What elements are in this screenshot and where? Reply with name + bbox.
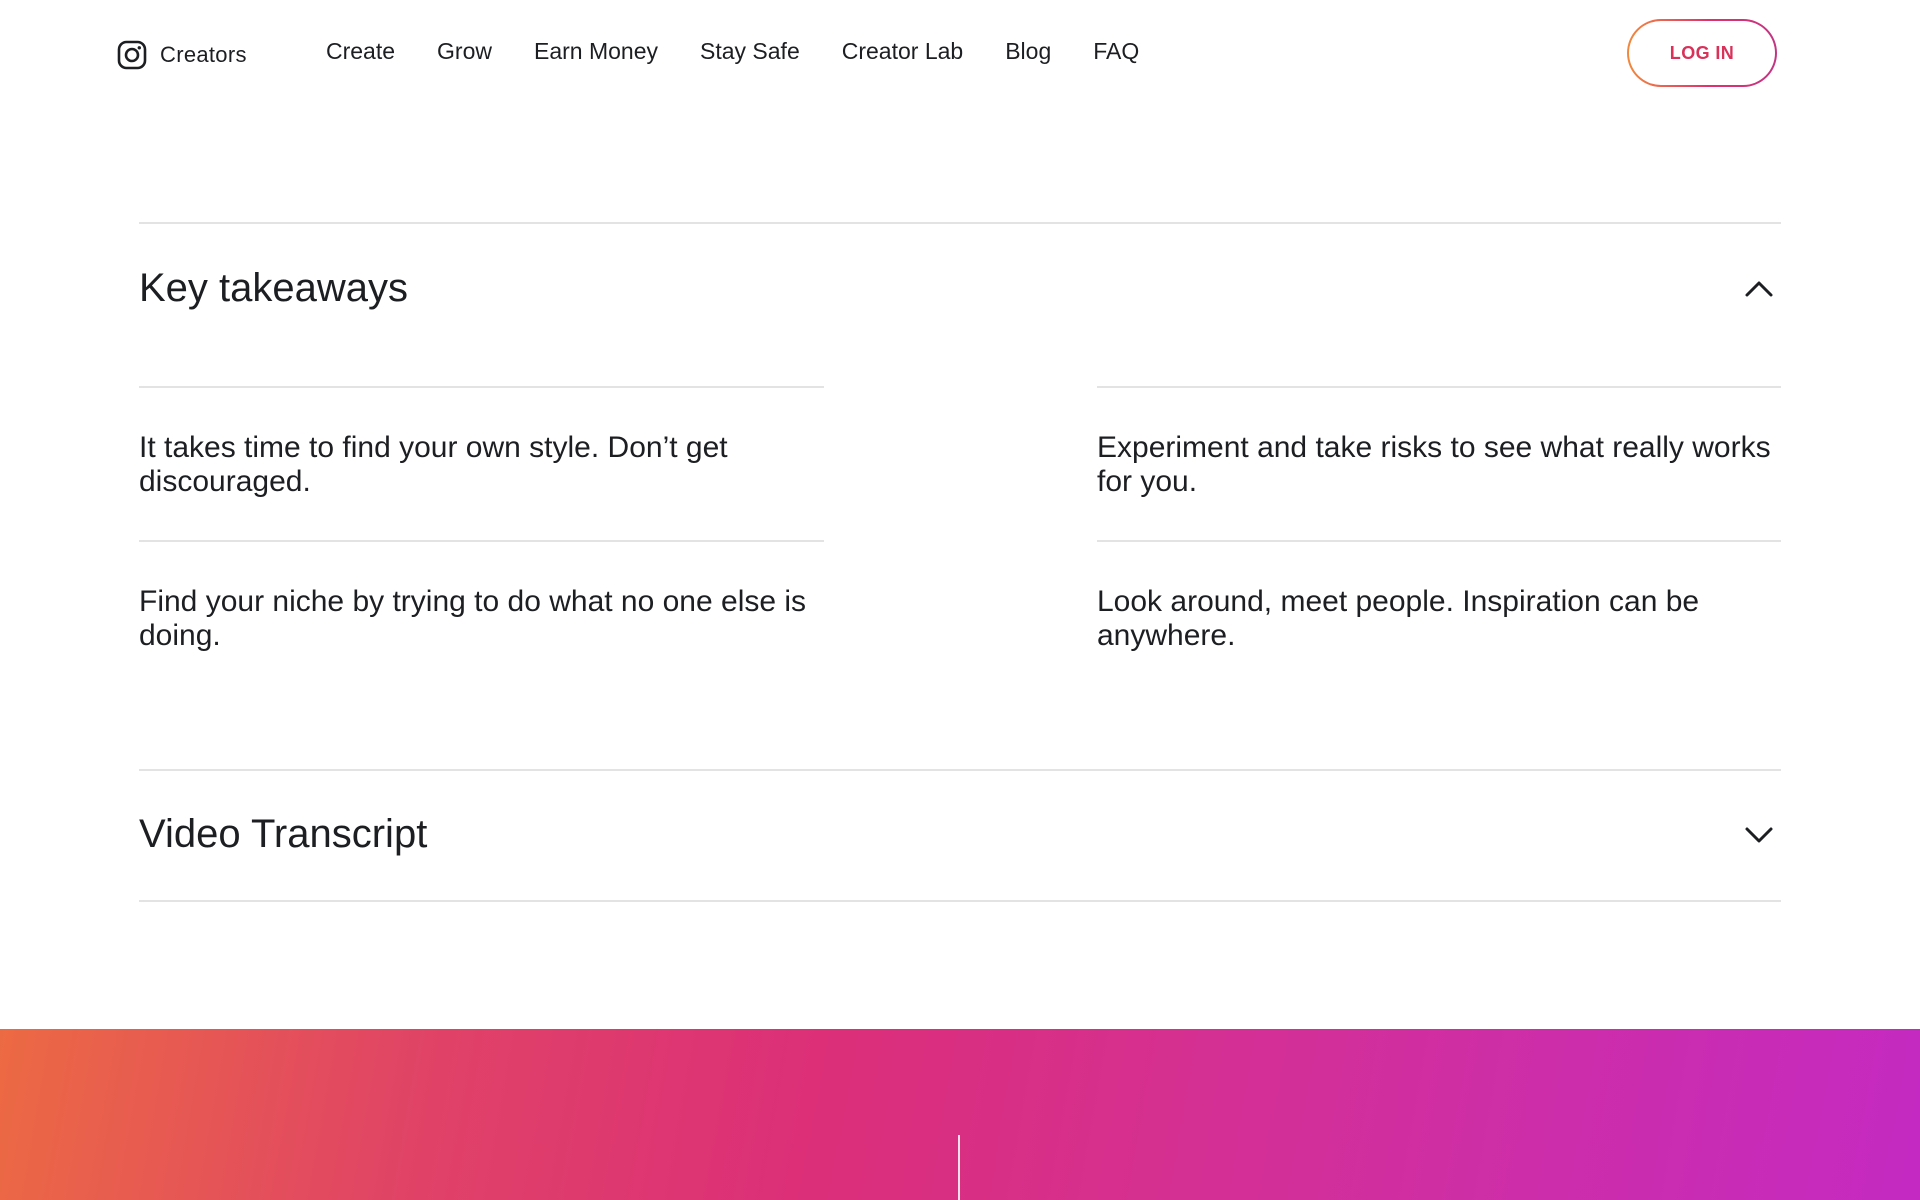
nav-item-create[interactable]: Create: [326, 38, 395, 65]
chevron-up-icon[interactable]: [1742, 272, 1776, 306]
chevron-down-icon[interactable]: [1742, 818, 1776, 852]
takeaway-item: Find your niche by trying to do what no …: [139, 585, 807, 652]
brand-link[interactable]: Creators: [117, 40, 247, 70]
brand-label: Creators: [160, 42, 247, 67]
takeaway-item: Experiment and take risks to see what re…: [1097, 431, 1771, 498]
login-button-label: LOG IN: [1629, 21, 1775, 85]
video-transcript-title[interactable]: Video Transcript: [139, 812, 427, 857]
nav-item-blog[interactable]: Blog: [1005, 38, 1051, 65]
nav-item-grow[interactable]: Grow: [437, 38, 492, 65]
takeaway-divider: [139, 540, 824, 542]
takeaway-divider: [1097, 540, 1781, 542]
nav-item-earn-money[interactable]: Earn Money: [534, 38, 658, 65]
instagram-icon: [117, 40, 147, 70]
gradient-footer-band: [0, 1029, 1920, 1200]
takeaway-item: Look around, meet people. Inspiration ca…: [1097, 585, 1700, 652]
band-divider: [958, 1135, 960, 1200]
takeaway-divider: [1097, 386, 1781, 388]
section-divider: [139, 769, 1781, 771]
site-header: Creators Create Grow Earn Money Stay Saf…: [0, 0, 1920, 108]
section-divider: [139, 900, 1781, 902]
takeaway-item: It takes time to find your own style. Do…: [139, 431, 728, 498]
nav-item-stay-safe[interactable]: Stay Safe: [700, 38, 800, 65]
login-button[interactable]: LOG IN: [1627, 19, 1777, 87]
key-takeaways-title[interactable]: Key takeaways: [139, 266, 408, 311]
takeaway-divider: [139, 386, 824, 388]
main-nav: Create Grow Earn Money Stay Safe Creator…: [326, 38, 1139, 65]
nav-item-creator-lab[interactable]: Creator Lab: [842, 38, 963, 65]
nav-item-faq[interactable]: FAQ: [1093, 38, 1139, 65]
section-divider: [139, 222, 1781, 224]
